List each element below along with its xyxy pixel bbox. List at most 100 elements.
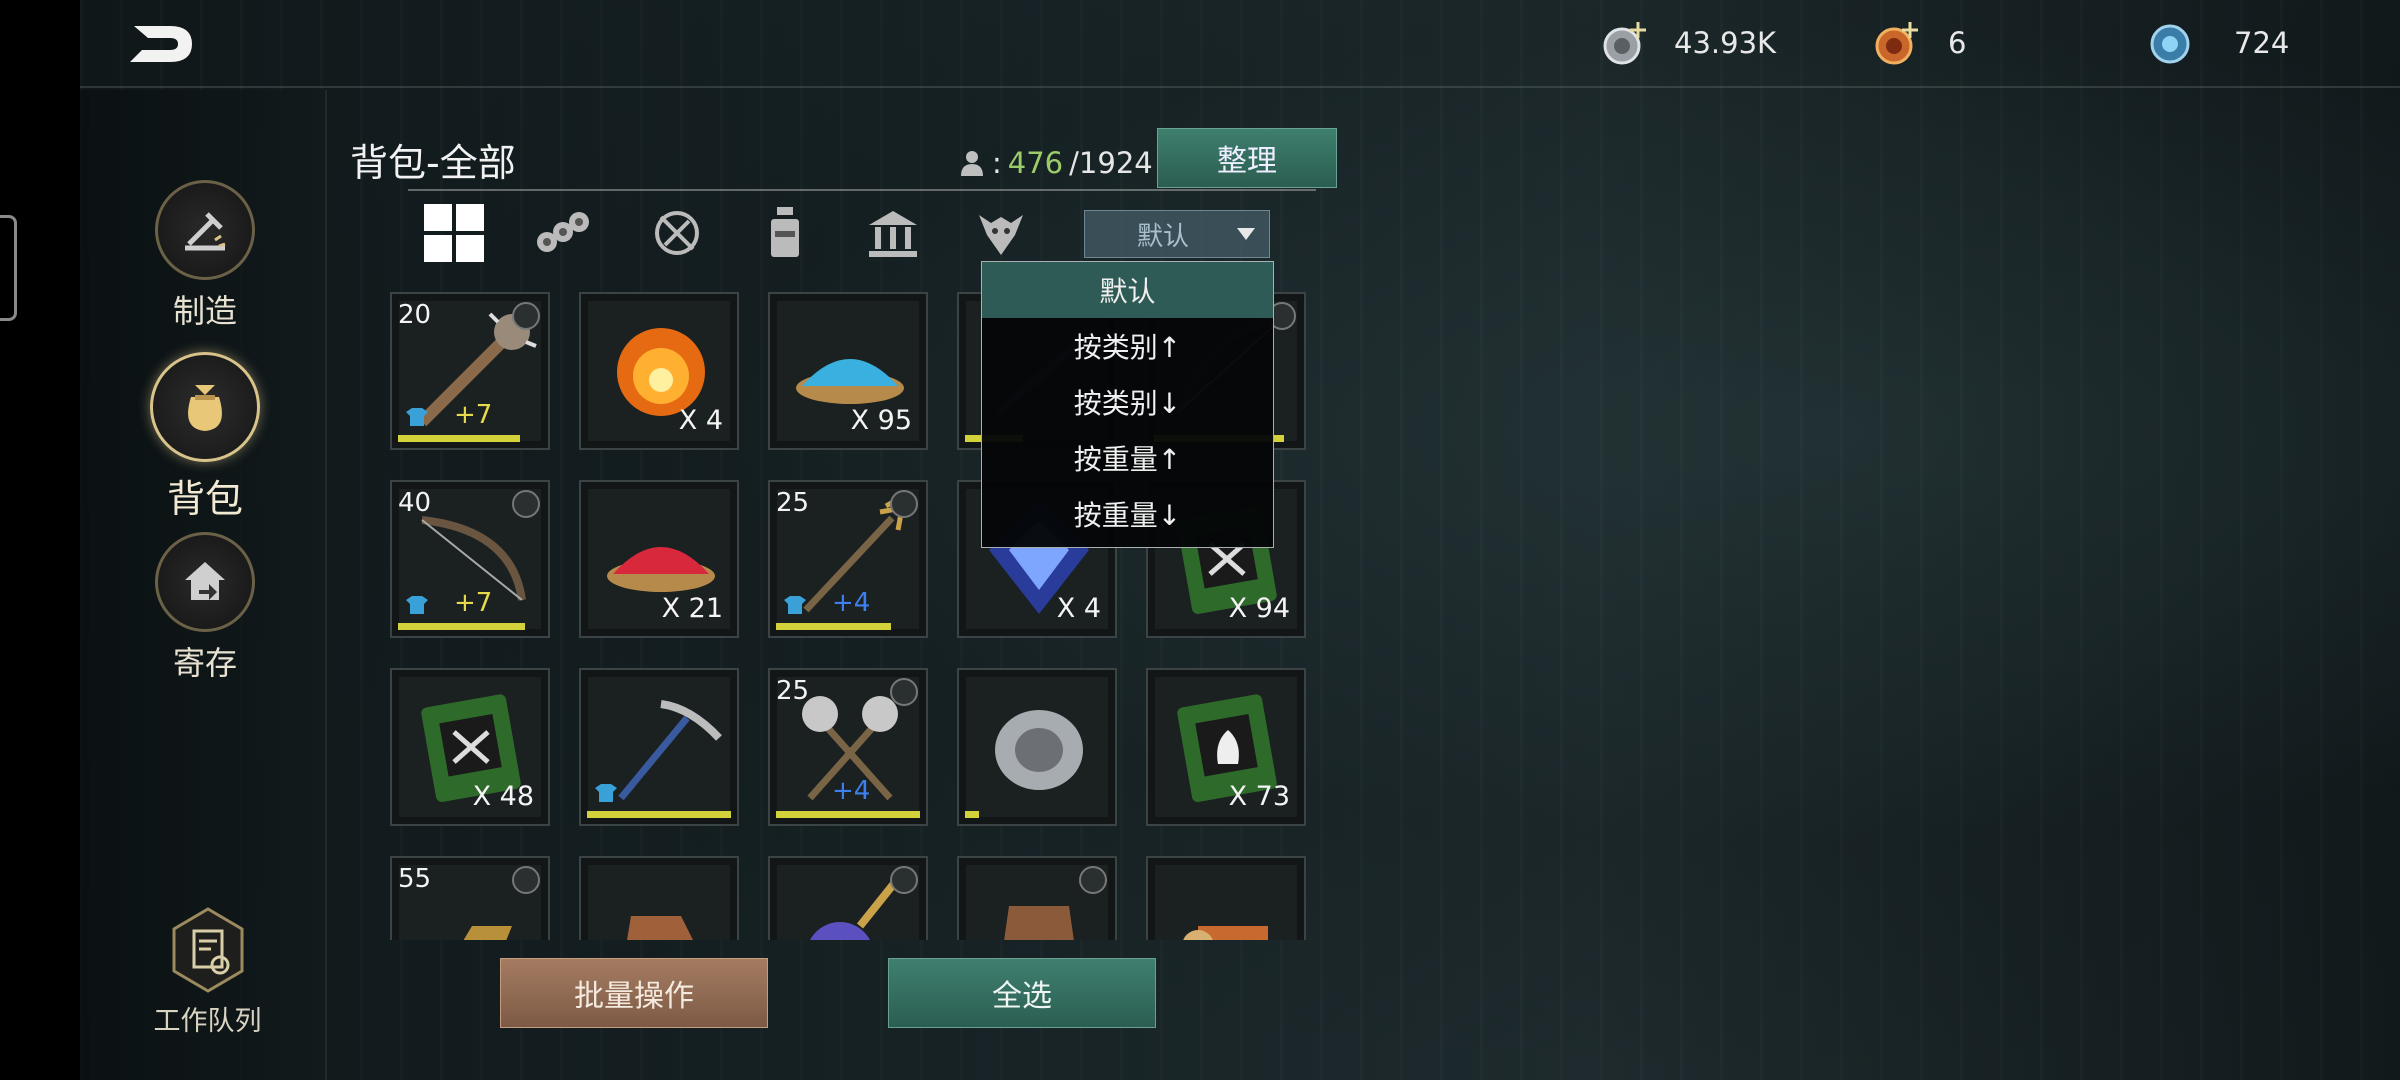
sort-dropdown[interactable]: 默认 [1084,210,1270,258]
tab-buildings[interactable] [860,202,926,264]
gold-medal-icon [1875,22,1918,65]
inventory-slot-double-axe[interactable]: 25 +4 [768,668,928,826]
weight-person-icon [961,151,983,176]
enhance-level: +7 [454,588,493,618]
sort-selected: 默认 [1137,221,1190,252]
sidebar-item-crafting[interactable]: 制造 [150,180,260,332]
gem-amount: 724 [2234,26,2290,60]
inventory-slot-pickaxe[interactable] [579,668,739,826]
blue-gem-icon [2150,24,2190,64]
durability-bar [398,623,525,630]
work-queue-button[interactable]: 工作队列 [120,905,295,1038]
inventory-slot-green-book[interactable]: X 48 [390,668,550,826]
tidy-button[interactable]: 整理 [1157,128,1337,188]
durability-bar [776,811,920,818]
armor-shirt-icon [595,784,617,802]
capacity-counter: : 476/1924 [958,146,1153,180]
no-weapon-icon [655,211,699,255]
inventory-slot-scroll-item[interactable] [1146,856,1306,940]
sort-menu: 默认 按类别↑ 按类别↓ 按重量↑ 按重量↓ [981,261,1274,548]
inventory-slot-recurve-bow[interactable]: 40 +7 [390,480,550,638]
sort-option[interactable]: 默认 [982,262,1273,318]
durability-bar [398,435,520,442]
resource-medal[interactable]: 6 [1874,20,1966,66]
tab-all[interactable] [421,202,487,264]
bag-icon [188,385,222,431]
batch-operation-button[interactable]: 批量操作 [500,958,768,1028]
medal-amount: 6 [1948,26,1967,60]
work-queue-label: 工作队列 [153,1006,262,1037]
sidebar-item-label: 制造 [172,292,237,330]
screen-left-edge [0,0,80,1080]
select-all-button[interactable]: 全选 [888,958,1156,1028]
item-art-icon [627,916,693,940]
durability-bar [965,811,979,818]
sidebar-item-storage[interactable]: 寄存 [150,532,260,684]
item-quantity: X 4 [678,405,723,436]
resource-gem[interactable]: 724 [2148,20,2289,66]
item-quantity: X 21 [661,593,723,624]
inventory-slot-silver-ore[interactable] [957,668,1117,826]
durability-bar [587,811,731,818]
item-level: 25 [776,676,810,706]
sort-option[interactable]: 按重量↓ [982,486,1273,542]
inventory-slot-golden-gauntlet[interactable]: 55 [390,856,550,940]
bag-circle [150,352,260,462]
item-quantity: X 73 [1228,781,1290,812]
item-level: 55 [398,864,432,894]
link-chain-icon [890,490,918,518]
resource-silver[interactable]: 43.93K [1602,20,1776,66]
link-chain-icon [512,490,540,518]
item-level: 40 [398,488,432,518]
silver-coin-icon [1603,22,1646,65]
enhance-level: +4 [832,776,871,806]
item-quantity: X 94 [1228,593,1290,624]
inventory-slot-green-fire-book[interactable]: X 73 [1146,668,1306,826]
link-chain-icon [512,866,540,894]
potion-bottle-icon [771,207,799,257]
tab-creatures[interactable] [968,202,1034,264]
inventory-slot-armor-piece[interactable] [957,856,1117,940]
sort-option[interactable]: 按重量↑ [982,430,1273,486]
item-level: 20 [398,300,432,330]
sidebar-item-bag[interactable]: 背包 [150,352,260,523]
inventory-slot-red-powder[interactable]: X 21 [579,480,739,638]
inventory-slot-trident-spear[interactable]: 25 +4 [768,480,928,638]
work-queue-icon [172,907,243,993]
storage-house-icon [185,562,225,600]
storage-circle [155,532,255,632]
page-title: 背包-全部 [350,141,516,185]
materials-logs-icon [537,212,589,252]
tab-weapons[interactable] [644,202,710,264]
item-art-icon [995,710,1083,790]
crafting-circle [155,180,255,280]
creature-icon [979,215,1023,255]
inventory-slot-blue-powder[interactable]: X 95 [768,292,928,450]
enhance-level: +7 [454,400,493,430]
inventory-slot-fire-essence[interactable]: X 4 [579,292,739,450]
back-arrow-icon [130,26,192,62]
tab-consumables[interactable] [752,202,818,264]
header-divider [80,86,2400,88]
link-chain-icon [1079,866,1107,894]
inventory-slot-leather-boots[interactable] [579,856,739,940]
sidebar-item-label: 寄存 [172,644,237,682]
sort-option[interactable]: 按类别↓ [982,374,1273,430]
all-grid-icon [424,204,484,262]
back-button[interactable] [120,18,200,70]
inventory-slot-arcane-staff[interactable] [768,856,928,940]
item-quantity: X 4 [1056,593,1101,624]
item-quantity: X 48 [472,781,534,812]
capacity-total: /1924 [1069,146,1153,180]
armor-shirt-icon [406,408,428,426]
link-chain-icon [890,678,918,706]
building-icon [869,211,917,257]
inventory-slot-spiked-club[interactable]: 20 +7 [390,292,550,450]
capacity-current: 476 [1007,146,1064,180]
tab-materials[interactable] [530,202,596,264]
sort-option[interactable]: 按类别↑ [982,318,1273,374]
crafting-hammer-icon [185,212,226,251]
armor-shirt-icon [784,596,806,614]
edge-handle[interactable] [0,215,17,321]
item-level: 25 [776,488,810,518]
